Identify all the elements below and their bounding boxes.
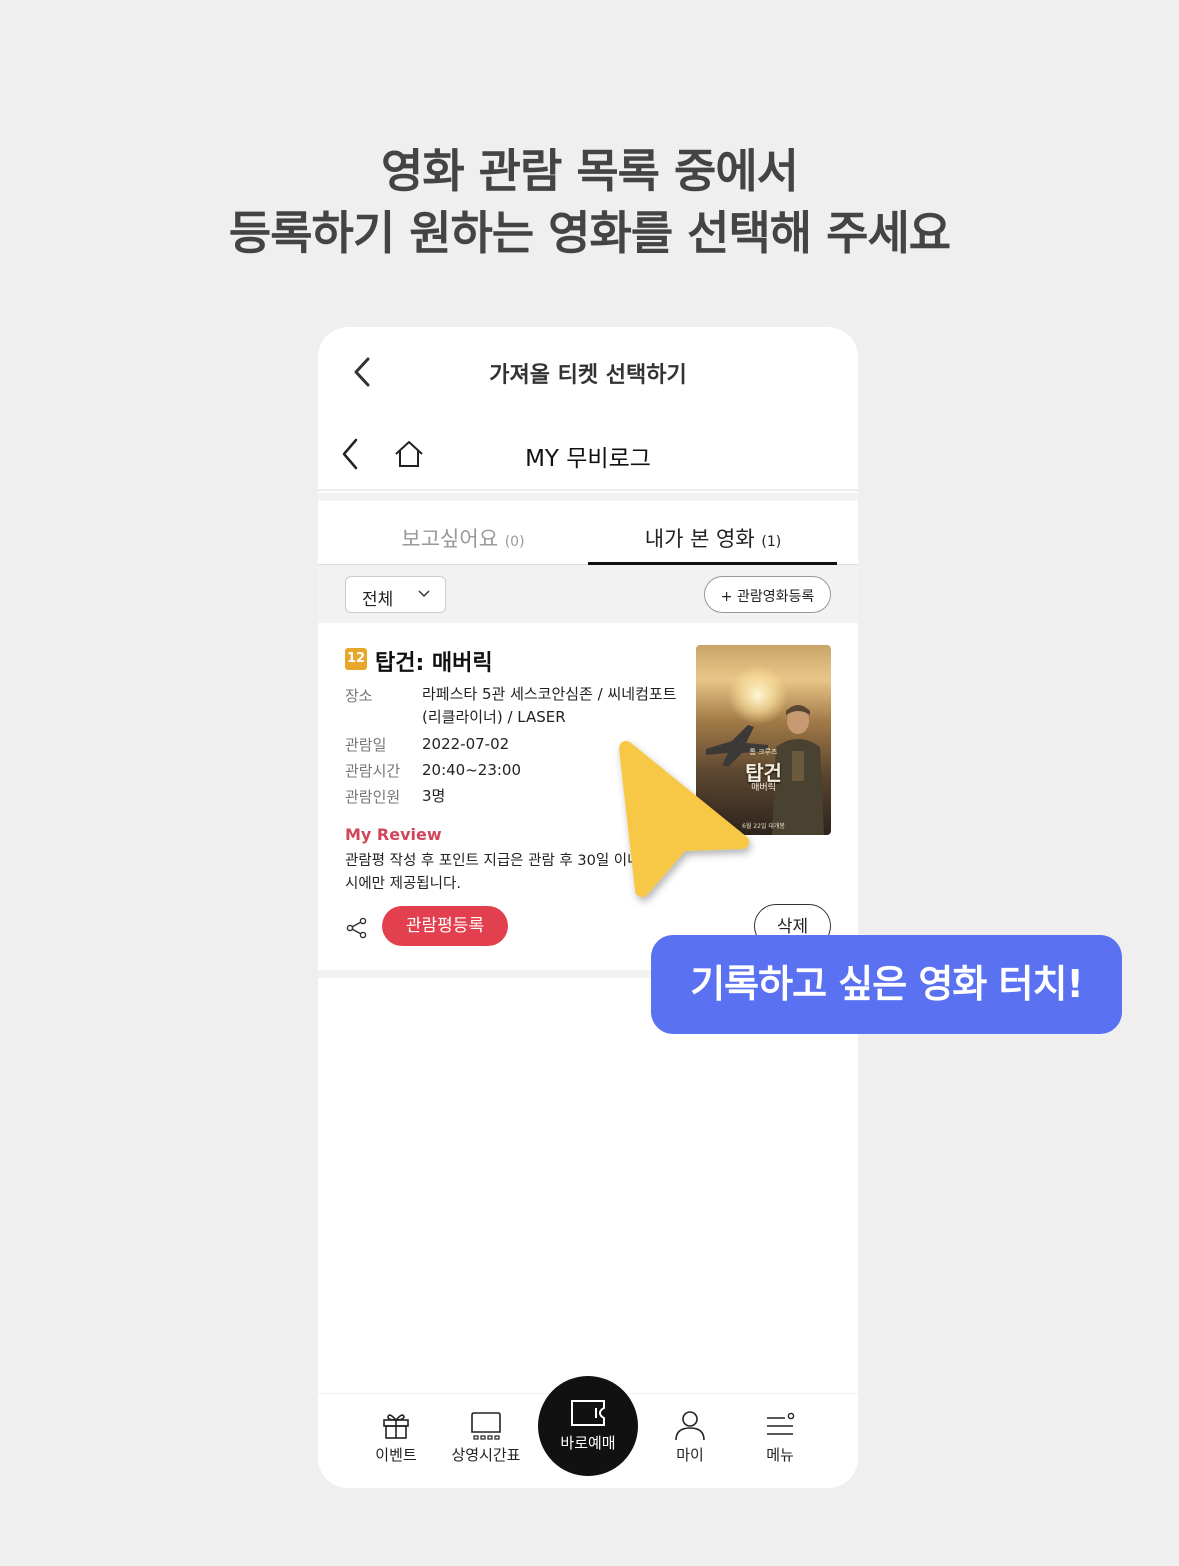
headline-line-2: 등록하기 원하는 영화를 선택해 주세요	[228, 206, 951, 260]
page-title: 가져올 티켓 선택하기	[489, 363, 687, 388]
quick-booking-button[interactable]: 바로예매	[538, 1376, 638, 1476]
age-rating-badge: 12	[345, 648, 367, 670]
movie-card[interactable]: 12 탑건: 매버릭 장소 라페스타 5관 세스코안심존 / 씨네컴포트 (리클…	[318, 623, 858, 978]
tab-watched-movies[interactable]: 내가 본 영화 (1)	[588, 523, 838, 553]
tab-bar: 보고싶어요 (0) 내가 본 영화 (1)	[318, 501, 858, 565]
write-review-button[interactable]: 관람평등록	[382, 906, 508, 946]
tab-want-to-see[interactable]: 보고싶어요 (0)	[338, 523, 588, 553]
nav-menu[interactable]: 메뉴	[740, 1408, 820, 1465]
my-review-heading: My Review	[345, 825, 442, 844]
nav-schedule-label: 상영시간표	[451, 1446, 521, 1464]
info-label-time: 관람시간	[345, 762, 401, 780]
info-label-venue: 장소	[345, 687, 373, 705]
add-watched-movie-button[interactable]: + 관람영화등록	[704, 576, 831, 613]
nav-my[interactable]: 마이	[650, 1408, 730, 1465]
bottom-nav: 이벤트 상영시간표 바로예매 마이 메뉴	[318, 1376, 858, 1488]
menu-icon	[767, 1412, 795, 1435]
info-label-date: 관람일	[345, 736, 387, 754]
touch-hint-callout: 기록하고 싶은 영화 터치!	[651, 935, 1122, 1034]
gift-icon	[383, 1414, 409, 1439]
tab-watched-movies-count: (1)	[761, 534, 782, 550]
nav-event[interactable]: 이벤트	[356, 1408, 436, 1465]
movie-title: 탑건: 매버릭	[375, 651, 493, 676]
info-label-people: 관람인원	[345, 788, 401, 806]
user-icon	[675, 1411, 705, 1441]
filter-bar: 전체 + 관람영화등록	[318, 565, 858, 623]
screen-icon	[471, 1412, 501, 1440]
phone-screen: 가져올 티켓 선택하기 MY 무비로그 보고싶어요 (0) 내가 본 영화 (1…	[318, 327, 858, 1488]
info-value-venue: 라페스타 5관 세스코안심존 / 씨네컴포트 (리클라이너) / LASER	[422, 685, 677, 726]
tab-watched-movies-label: 내가 본 영화	[644, 527, 755, 551]
filter-select-value: 전체	[362, 590, 394, 610]
tab-want-to-see-label: 보고싶어요	[401, 527, 499, 551]
chevron-down-icon	[418, 590, 430, 598]
nav-menu-label: 메뉴	[766, 1446, 794, 1464]
headline-line-1: 영화 관람 목록 중에서	[381, 144, 799, 198]
tab-want-to-see-count: (0)	[504, 534, 525, 550]
nav-schedule[interactable]: 상영시간표	[446, 1408, 526, 1465]
share-icon[interactable]	[346, 917, 368, 939]
top-bar: 가져올 티켓 선택하기	[318, 327, 858, 419]
nav-event-label: 이벤트	[375, 1446, 417, 1464]
web-nav-bar: MY 무비로그	[318, 419, 858, 491]
ticket-icon	[571, 1400, 605, 1426]
divider	[318, 493, 858, 501]
filter-select[interactable]: 전체	[345, 576, 446, 613]
headline: 영화 관람 목록 중에서 등록하기 원하는 영화를 선택해 주세요	[0, 140, 1179, 264]
movielog-title: MY 무비로그	[525, 446, 651, 472]
quick-booking-label: 바로예매	[560, 1434, 616, 1452]
pointer-cursor-icon	[619, 741, 749, 897]
nav-my-label: 마이	[676, 1446, 704, 1464]
